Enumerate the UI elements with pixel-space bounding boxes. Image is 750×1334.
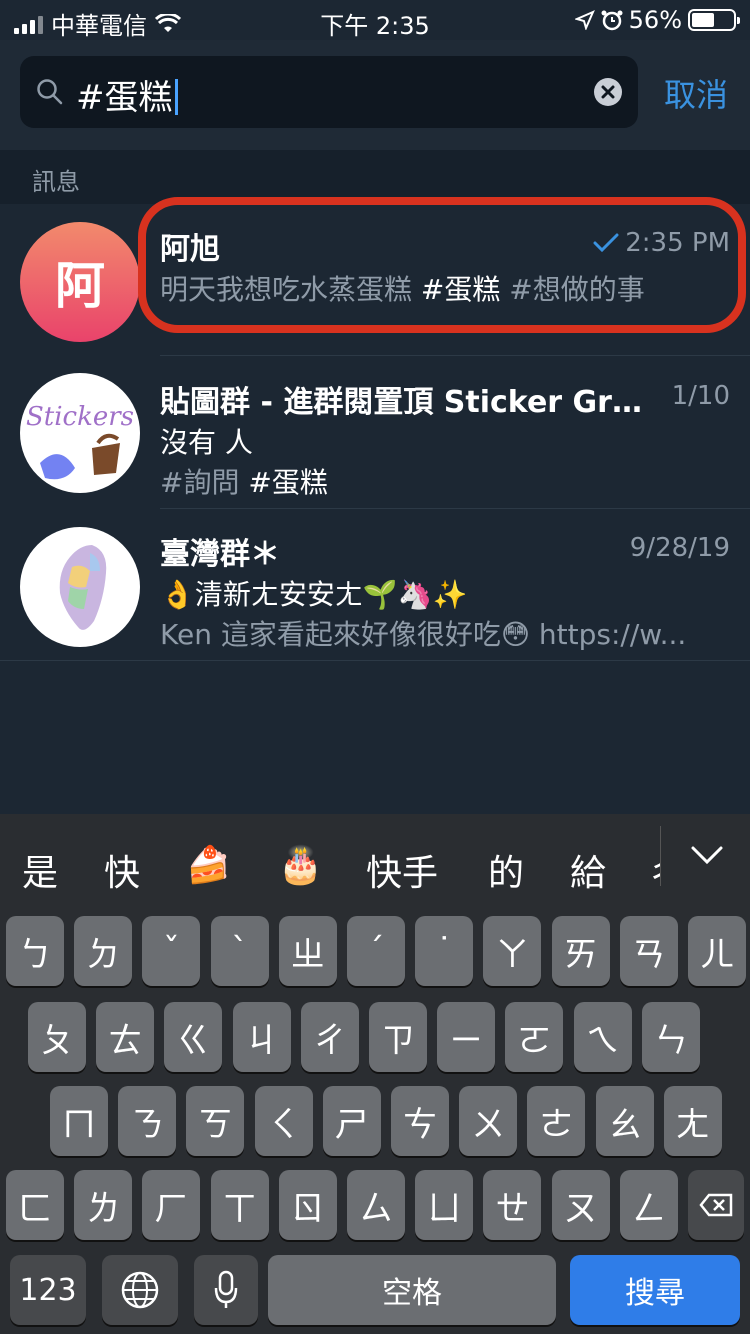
alarm-icon [601, 10, 623, 31]
suggestion-item[interactable]: ㄔ [648, 844, 660, 896]
microphone-key[interactable] [194, 1255, 258, 1325]
keyboard-key[interactable]: ˇ [142, 916, 201, 986]
keyboard-key[interactable]: ˋ [210, 916, 269, 986]
keyboard-key[interactable]: ㄉ [74, 916, 133, 986]
keyboard-key[interactable]: ㄞ [551, 916, 610, 986]
suggestion-item[interactable]: 🍰 [186, 844, 231, 886]
backspace-key[interactable] [688, 1170, 744, 1240]
keyboard-key[interactable]: ㄙ [347, 1170, 405, 1240]
keyboard-key[interactable]: ㄌ [74, 1170, 133, 1240]
search-header: #蛋糕 取消 [0, 40, 750, 150]
keyboard-key[interactable]: ㄕ [322, 1086, 381, 1156]
keyboard-key[interactable]: ㄆ [28, 1002, 86, 1072]
hashtag[interactable]: #詢問 [160, 466, 239, 499]
chevron-down-icon[interactable] [690, 844, 724, 866]
search-input[interactable]: #蛋糕 [20, 56, 638, 128]
keyboard-key[interactable]: ㄝ [483, 1170, 542, 1240]
keyboard-key[interactable]: ㄅ [6, 916, 64, 986]
keyboard-key[interactable]: ㄛ [505, 1002, 564, 1072]
search-result-row[interactable]: Stickers 貼圖群 - 進群閱置頂 Sticker Gro... 1/10… [0, 357, 750, 509]
keyboard-key[interactable]: ㄋ [118, 1086, 177, 1156]
keyboard-key[interactable]: ㄑ [254, 1086, 313, 1156]
keyboard-key[interactable]: ㄨ [459, 1086, 518, 1156]
keyboard-key[interactable]: ㄦ [688, 916, 746, 986]
suggestion-item[interactable]: 快手 [366, 844, 438, 896]
battery-icon [688, 9, 740, 31]
search-key[interactable]: 搜尋 [570, 1255, 740, 1325]
divider [160, 355, 750, 356]
clear-search-button[interactable] [594, 78, 622, 106]
keyboard-key[interactable]: ˊ [347, 916, 405, 986]
keyboard-key[interactable]: ㄣ [641, 1002, 700, 1072]
globe-icon [121, 1271, 159, 1309]
highlight-annotation [138, 197, 746, 333]
status-bar: 中華電信 下午 2:35 56% [0, 0, 750, 40]
keyboard-key[interactable]: ㄎ [186, 1086, 245, 1156]
sticker-avatar-icon: Stickers [26, 402, 134, 480]
keyboard-key[interactable]: ㄍ [164, 1002, 223, 1072]
keyboard-key[interactable]: ㄥ [619, 1170, 678, 1240]
keyboard-key[interactable]: ㄏ [142, 1170, 201, 1240]
location-icon [574, 10, 595, 30]
keyboard-key[interactable]: ㄚ [483, 916, 542, 986]
suggestion-item[interactable]: 給 [570, 844, 606, 896]
keyboard-key[interactable]: ㄧ [437, 1002, 496, 1072]
keyboard-key[interactable]: ㄩ [415, 1170, 474, 1240]
text-caret [174, 79, 178, 115]
keyboard-key[interactable]: ㄐ [232, 1002, 291, 1072]
keyboard-suggestions: 是 快 🍰 🎂 快手 的 給 ㄔ [0, 814, 750, 916]
keyboard-key[interactable]: ㄖ [278, 1170, 337, 1240]
cancel-button[interactable]: 取消 [664, 70, 728, 116]
globe-key[interactable] [102, 1255, 178, 1325]
numbers-key[interactable]: 123 [10, 1255, 86, 1325]
avatar: Stickers [20, 373, 140, 493]
close-icon [601, 85, 615, 99]
search-icon [37, 79, 63, 105]
keyboard-key[interactable]: ㄇ [50, 1086, 108, 1156]
keyboard-key[interactable]: ㄒ [210, 1170, 269, 1240]
keyboard-key[interactable]: ㄜ [527, 1086, 586, 1156]
keyboard-key[interactable]: ㄊ [96, 1002, 155, 1072]
suggestion-item[interactable]: 是 [22, 844, 58, 896]
suggestion-item[interactable]: 的 [488, 844, 524, 896]
suggestion-item[interactable]: 快 [104, 844, 140, 896]
keyboard-key[interactable]: ㄤ [663, 1086, 722, 1156]
keyboard-key[interactable]: ㄢ [619, 916, 678, 986]
section-header-messages: 訊息 [0, 150, 750, 204]
message-preview: Ken 這家看起來好像很好吃😳 https://w... [160, 618, 687, 651]
keyboard-key[interactable]: ㄟ [573, 1002, 632, 1072]
microphone-icon [214, 1270, 238, 1308]
message-preview: 👌清新ㄤ安安ㄤ🌱🦄✨ [160, 578, 468, 611]
divider [660, 826, 661, 886]
chat-title: 貼圖群 - 進群閱置頂 Sticker Gro... [160, 385, 660, 420]
keyboard-key[interactable]: ㄗ [369, 1002, 427, 1072]
space-key[interactable]: 空格 [268, 1255, 556, 1325]
keyboard-key[interactable]: ˙ [415, 916, 474, 986]
keyboard-key[interactable]: ㄓ [278, 916, 337, 986]
taiwan-map-icon [59, 545, 107, 630]
keyboard-key[interactable]: ㄠ [595, 1086, 654, 1156]
backspace-icon [699, 1193, 733, 1217]
search-query: #蛋糕 [76, 78, 173, 118]
keyboard-key[interactable]: ㄈ [6, 1170, 64, 1240]
keyboard-key[interactable]: ㄘ [391, 1086, 449, 1156]
divider [0, 660, 750, 661]
keyboard: 123 空格 搜尋 ㄅㄉ ˇ ˋ ㄓ ˊ ˙ ㄚㄞㄢㄦㄆㄊㄍㄐㄔㄗㄧㄛㄟㄣㄇㄋㄎㄑㄕㄘㄨㄜㄠ… [0, 916, 750, 1334]
chat-title: 臺灣群＊ [160, 537, 280, 572]
sticker-avatar-text: Stickers [26, 402, 134, 432]
hashtag-match[interactable]: #蛋糕 [239, 466, 327, 499]
avatar: 阿 [20, 222, 140, 342]
message-date: 9/28/19 [629, 533, 730, 563]
avatar [20, 527, 140, 647]
search-result-row[interactable]: 臺灣群＊ 9/28/19 👌清新ㄤ安安ㄤ🌱🦄✨ Ken 這家看起來好像很好吃😳 … [0, 509, 750, 661]
message-date: 1/10 [671, 381, 730, 411]
keyboard-key[interactable]: ㄡ [551, 1170, 610, 1240]
battery-percent: 56% [628, 6, 682, 34]
message-sender: 沒有 人 [160, 426, 253, 459]
suggestion-item[interactable]: 🎂 [278, 844, 323, 886]
keyboard-key[interactable]: ㄔ [300, 1002, 359, 1072]
